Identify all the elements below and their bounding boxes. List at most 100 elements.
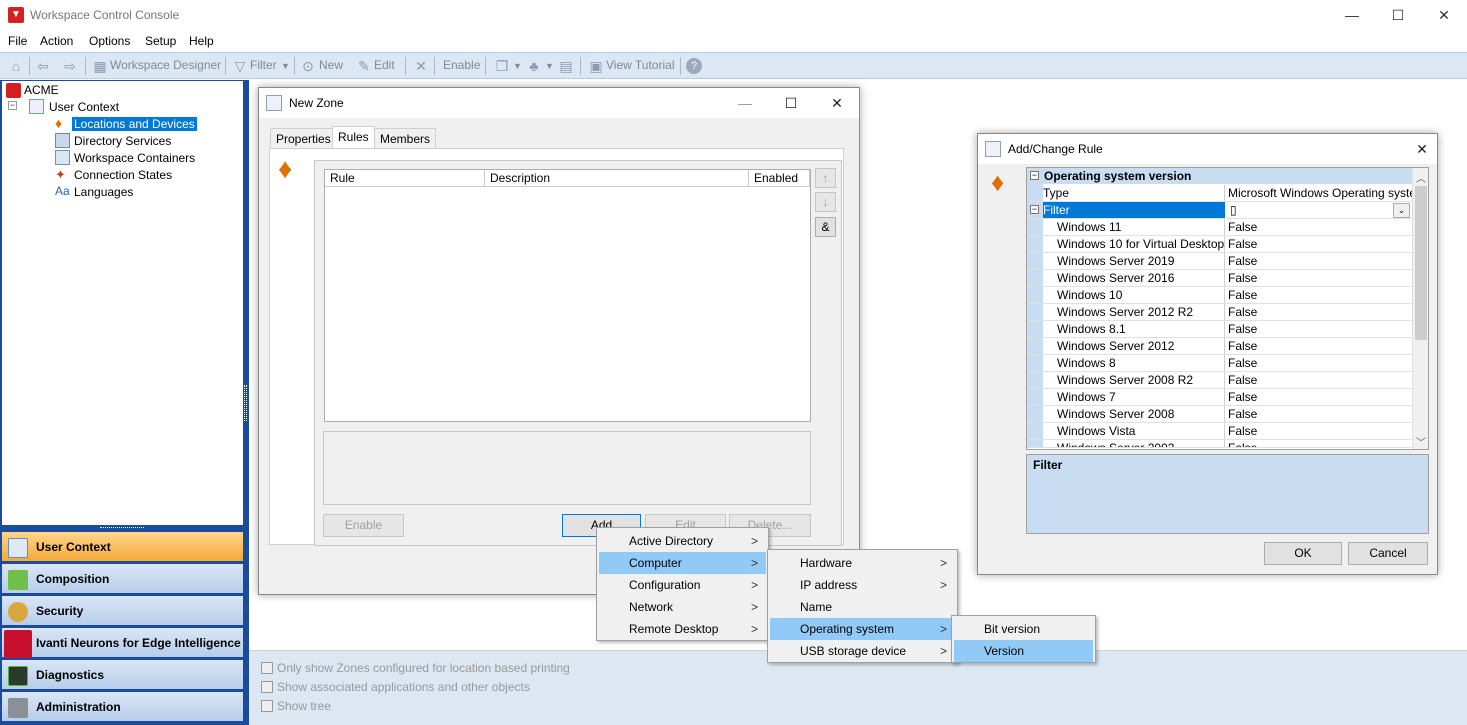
filter-dropdown-button[interactable]: ⌄ [1393,203,1410,218]
os-row[interactable]: Windows 8.1 False [1027,321,1412,338]
menu-setup[interactable]: Setup [145,34,176,48]
tree-item-languages[interactable]: Languages [74,185,133,199]
menu-item-operating-system[interactable]: Operating system > [770,618,955,640]
os-value[interactable]: False [1226,423,1412,439]
column-description[interactable]: Description [485,170,749,187]
tree-user-context[interactable]: User Context [49,100,119,114]
os-row[interactable]: Windows 11 False [1027,219,1412,236]
menu-item-hardware[interactable]: Hardware > [770,552,955,574]
filter-row[interactable]: Filter ▯ [1027,202,1412,219]
tree-item-locations[interactable]: Locations and Devices [72,117,197,131]
tree-item-connection[interactable]: Connection States [74,168,172,182]
enable-rule-button[interactable]: Enable [323,514,404,537]
move-up-button[interactable]: ↑ [815,168,836,188]
tree-root[interactable]: ACME [24,83,59,97]
hierarchy-icon[interactable]: ♣ [526,58,542,74]
os-row[interactable]: Windows Server 2008 R2 False [1027,372,1412,389]
nav-security[interactable]: Security [2,596,243,626]
os-value[interactable]: False [1226,355,1412,371]
os-row[interactable]: Windows 8 False [1027,355,1412,372]
tree-item-directory[interactable]: Directory Services [74,134,171,148]
os-value[interactable]: False [1226,440,1412,447]
column-rule[interactable]: Rule [325,170,485,187]
home-icon[interactable]: ⌂ [8,58,24,74]
os-row[interactable]: Windows Server 2008 False [1027,406,1412,423]
copy-icon[interactable]: ❐ [494,58,510,74]
view-tutorial-button[interactable]: View Tutorial [606,58,674,72]
filter-button[interactable]: Filter [250,58,277,72]
move-down-button[interactable]: ↓ [815,192,836,212]
chevron-down-icon[interactable]: ▼ [281,61,290,71]
os-row[interactable]: Windows Server 2016 False [1027,270,1412,287]
menu-options[interactable]: Options [89,34,130,48]
type-row[interactable]: Type Microsoft Windows Operating system [1027,185,1412,202]
os-value[interactable]: False [1226,270,1412,286]
edit-button[interactable]: Edit [374,58,395,72]
os-value[interactable]: False [1226,253,1412,269]
tab-properties[interactable]: Properties [270,128,337,148]
ok-button[interactable]: OK [1264,542,1342,565]
show-tree-checkbox[interactable] [261,700,273,712]
menu-file[interactable]: File [8,34,27,48]
os-value[interactable]: False [1226,338,1412,354]
collapse-icon[interactable]: − [1030,205,1039,214]
and-button[interactable]: & [815,217,836,237]
chevron-down-icon[interactable]: ▼ [513,61,522,71]
nav-administration[interactable]: Administration [2,692,243,722]
menu-item-ip-address[interactable]: IP address > [770,574,955,596]
menu-help[interactable]: Help [189,34,214,48]
property-grid-scrollbar[interactable]: ︿ ﹀ [1412,168,1428,449]
os-value[interactable]: False [1226,287,1412,303]
only-show-zones-checkbox[interactable] [261,662,273,674]
nav-grip[interactable] [100,527,144,531]
chevron-down-icon[interactable]: ▼ [545,61,554,71]
column-enabled[interactable]: Enabled [749,170,810,187]
forward-icon[interactable]: ⇨ [62,58,78,74]
nav-composition[interactable]: Composition [2,564,243,594]
os-value[interactable]: False [1226,372,1412,388]
delete-icon[interactable]: ✕ [413,58,429,74]
nav-diagnostics[interactable]: Diagnostics [2,660,243,690]
minimize-button[interactable]: — [1329,0,1375,31]
menu-action[interactable]: Action [40,34,73,48]
menu-item-network[interactable]: Network > [599,596,766,618]
os-value[interactable]: False [1226,219,1412,235]
os-row[interactable]: Windows Server 2012 False [1027,338,1412,355]
close-button[interactable]: ✕ [1421,0,1467,31]
nav-ivanti-neurons[interactable]: Ivanti Neurons for Edge Intelligence [2,628,243,658]
os-row[interactable]: Windows Server 2019 False [1027,253,1412,270]
tab-rules[interactable]: Rules [332,126,375,149]
os-row[interactable]: Windows 10 for Virtual Desktops False [1027,236,1412,253]
collapse-icon[interactable]: − [1030,171,1039,180]
menu-item-computer[interactable]: Computer > [599,552,766,574]
os-row[interactable]: Windows 7 False [1027,389,1412,406]
minimize-button[interactable]: — [730,92,760,114]
back-icon[interactable]: ⇦ [35,58,51,74]
scroll-thumb[interactable] [1415,186,1427,340]
enable-button[interactable]: Enable [443,58,480,72]
menu-item-name[interactable]: Name [770,596,955,618]
nav-user-context[interactable]: User Context [2,532,243,562]
collapse-icon[interactable]: − [8,101,17,110]
tab-members[interactable]: Members [374,128,437,148]
menu-item-version[interactable]: Version [954,640,1093,662]
os-row[interactable]: Windows Vista False [1027,423,1412,440]
close-button[interactable]: ✕ [822,92,852,114]
os-value[interactable]: False [1226,389,1412,405]
new-button[interactable]: New [319,58,343,72]
maximize-button[interactable]: ☐ [776,92,806,114]
tree-item-containers[interactable]: Workspace Containers [74,151,195,165]
splitter-grip[interactable] [244,385,247,421]
os-value[interactable]: False [1226,236,1412,252]
menu-item-active-directory[interactable]: Active Directory > [599,530,766,552]
filter-value[interactable]: ▯ [1226,202,1412,218]
scroll-up-icon[interactable]: ︿ [1413,170,1429,185]
workspace-designer-button[interactable]: Workspace Designer [110,58,221,72]
menu-item-bit-version[interactable]: Bit version [954,618,1093,640]
os-value[interactable]: False [1226,406,1412,422]
help-icon[interactable]: ? [686,58,702,74]
os-value[interactable]: False [1226,321,1412,337]
os-row[interactable]: Windows Server 2012 R2 False [1027,304,1412,321]
menu-item-usb-storage[interactable]: USB storage device > [770,640,955,662]
os-value[interactable]: False [1226,304,1412,320]
